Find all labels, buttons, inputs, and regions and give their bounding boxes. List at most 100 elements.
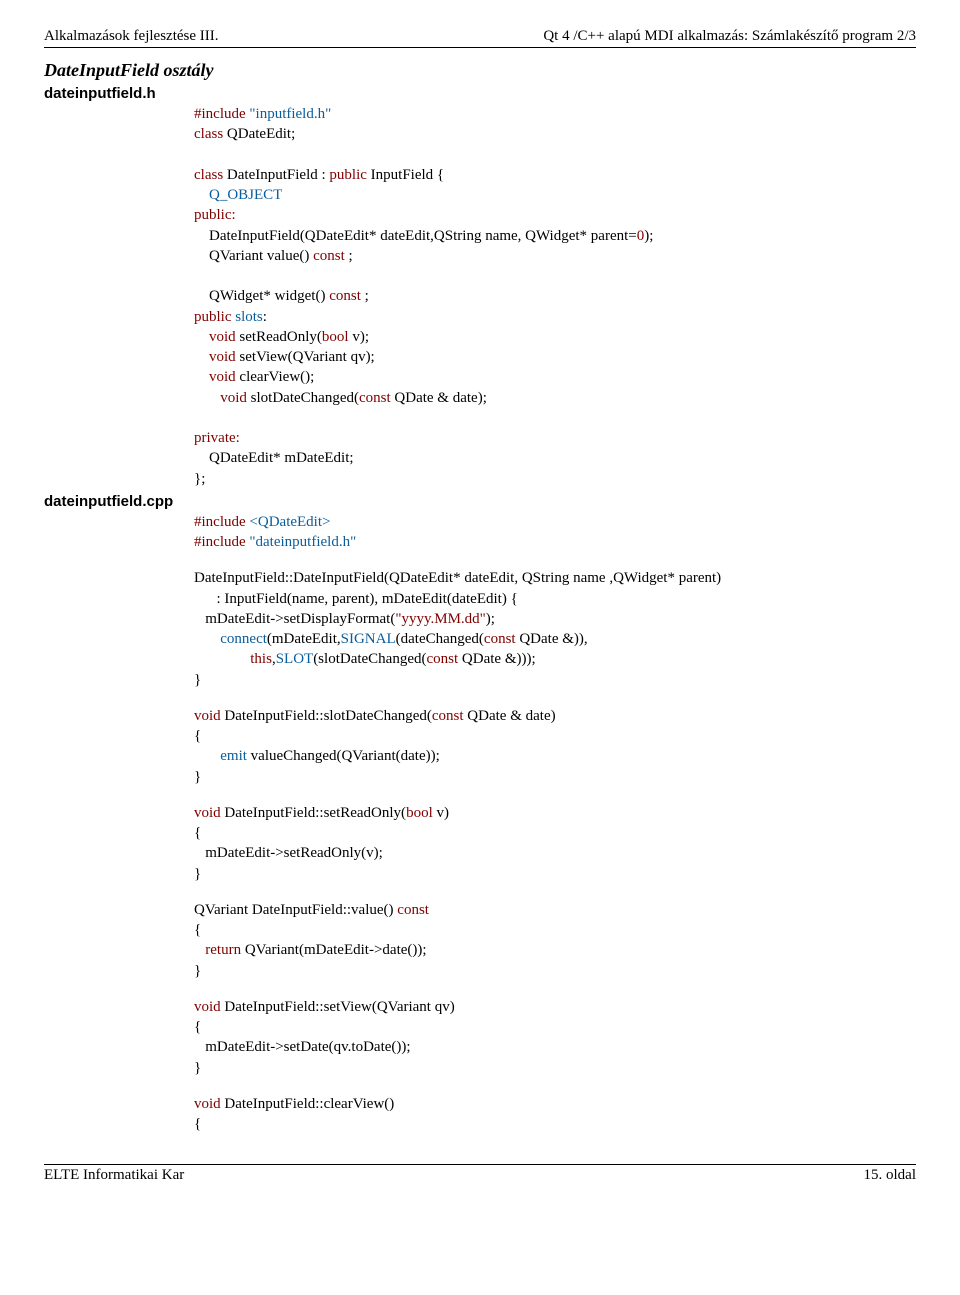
code-text: slotDateChanged( <box>247 390 359 406</box>
void-keyword: void <box>194 805 221 821</box>
emit-keyword: emit <box>220 748 247 764</box>
code-text: QVariant value() <box>194 248 313 264</box>
header-left: Alkalmazások fejlesztése III. <box>44 28 219 45</box>
code-text: }; <box>194 471 205 487</box>
include-target: "dateinputfield.h" <box>246 534 357 550</box>
code-text: { <box>194 728 201 744</box>
footer-right: 15. oldal <box>864 1167 917 1184</box>
code-text: mDateEdit->setReadOnly(v); <box>194 845 383 861</box>
class-keyword: class <box>194 126 223 142</box>
code-text: setReadOnly( <box>236 329 322 345</box>
return-keyword: return <box>205 942 241 958</box>
include-line: #include <box>194 534 246 550</box>
code-text: v); <box>349 329 369 345</box>
code-text: { <box>194 1019 201 1035</box>
filename-h: dateinputfield.h <box>44 85 916 102</box>
code-text: DateInputField::setReadOnly( <box>221 805 406 821</box>
code-block-cpp-fn5: void DateInputField::clearView() { <box>194 1094 916 1135</box>
code-text: QDate & date); <box>391 390 487 406</box>
void-keyword: void <box>220 390 247 406</box>
void-keyword: void <box>209 369 236 385</box>
code-block-cpp-ctor: DateInputField::DateInputField(QDateEdit… <box>194 568 916 690</box>
const-keyword: const <box>359 390 391 406</box>
code-text: mDateEdit->setDate(qv.toDate()); <box>194 1039 411 1055</box>
bool-keyword: bool <box>322 329 349 345</box>
page-header: Alkalmazások fejlesztése III. Qt 4 /C++ … <box>44 28 916 45</box>
code-text: ; <box>345 248 353 264</box>
include-target: <QDateEdit> <box>246 514 331 530</box>
connect-keyword: connect <box>220 631 267 647</box>
code-text: DateInputField : <box>223 167 329 183</box>
class-keyword: class <box>194 167 223 183</box>
code-text: } <box>194 672 201 688</box>
code-text: QDate &))); <box>458 651 535 667</box>
slots-keyword: slots <box>235 309 263 325</box>
code-text: DateInputField::slotDateChanged( <box>221 708 432 724</box>
const-keyword: const <box>329 288 361 304</box>
page: Alkalmazások fejlesztése III. Qt 4 /C++ … <box>0 0 960 1204</box>
signal-keyword: SIGNAL <box>341 631 396 647</box>
void-keyword: void <box>194 708 221 724</box>
void-keyword: void <box>194 999 221 1015</box>
code-text: QDateEdit* mDateEdit; <box>194 450 354 466</box>
filename-cpp: dateinputfield.cpp <box>44 493 916 510</box>
code-text: valueChanged(QVariant(date)); <box>247 748 440 764</box>
const-keyword: const <box>427 651 459 667</box>
header-rule <box>44 47 916 48</box>
const-keyword: const <box>313 248 345 264</box>
code-text: setView(QVariant qv); <box>236 349 375 365</box>
const-keyword: const <box>484 631 516 647</box>
code-block-h: #include "inputfield.h" class QDateEdit;… <box>194 104 916 489</box>
code-text: ); <box>644 228 653 244</box>
code-text: QDateEdit; <box>223 126 295 142</box>
void-keyword: void <box>209 329 236 345</box>
code-text: QDate &)), <box>516 631 588 647</box>
code-text: { <box>194 922 201 938</box>
code-text: } <box>194 963 201 979</box>
code-text: { <box>194 1116 201 1132</box>
code-text: : <box>263 309 267 325</box>
code-text: } <box>194 1060 201 1076</box>
public-keyword: public <box>194 309 232 325</box>
bool-keyword: bool <box>406 805 433 821</box>
public-keyword: public: <box>194 207 236 223</box>
code-text: ; <box>361 288 369 304</box>
code-text: (dateChanged( <box>396 631 484 647</box>
code-text: (mDateEdit, <box>267 631 341 647</box>
code-text: QVariant DateInputField::value() <box>194 902 397 918</box>
qobject-macro: Q_OBJECT <box>209 187 282 203</box>
code-text: ); <box>486 611 495 627</box>
code-text: DateInputField::DateInputField(QDateEdit… <box>194 570 721 586</box>
code-text: } <box>194 866 201 882</box>
code-text: } <box>194 769 201 785</box>
code-text: QWidget* widget() <box>194 288 329 304</box>
page-footer: ELTE Informatikai Kar 15. oldal <box>44 1167 916 1184</box>
code-text: InputField { <box>367 167 444 183</box>
footer-rule <box>44 1164 916 1165</box>
code-text: v) <box>433 805 449 821</box>
footer-left: ELTE Informatikai Kar <box>44 1167 184 1184</box>
code-block-cpp-fn3: QVariant DateInputField::value() const {… <box>194 900 916 981</box>
code-text: DateInputField(QDateEdit* dateEdit,QStri… <box>194 228 637 244</box>
slot-keyword: SLOT <box>276 651 314 667</box>
public-keyword: public <box>329 167 367 183</box>
code-text: mDateEdit->setDisplayFormat( <box>194 611 395 627</box>
void-keyword: void <box>194 1096 221 1112</box>
code-text: DateInputField::clearView() <box>221 1096 395 1112</box>
code-block-cpp-fn1: void DateInputField::slotDateChanged(con… <box>194 706 916 787</box>
private-keyword: private: <box>194 430 240 446</box>
code-text: { <box>194 825 201 841</box>
include-target: "inputfield.h" <box>249 106 331 122</box>
code-block-cpp-includes: #include <QDateEdit> #include "dateinput… <box>194 512 916 553</box>
const-keyword: const <box>432 708 464 724</box>
this-keyword: this <box>250 651 272 667</box>
code-text: QDate & date) <box>464 708 556 724</box>
string-literal: "yyyy.MM.dd" <box>395 611 485 627</box>
header-right: Qt 4 /C++ alapú MDI alkalmazás: Számlaké… <box>543 28 916 45</box>
include-line: #include <box>194 106 246 122</box>
section-title: DateInputField osztály <box>44 60 916 81</box>
include-line: #include <box>194 514 246 530</box>
void-keyword: void <box>209 349 236 365</box>
code-text: clearView(); <box>236 369 315 385</box>
const-keyword: const <box>397 902 429 918</box>
